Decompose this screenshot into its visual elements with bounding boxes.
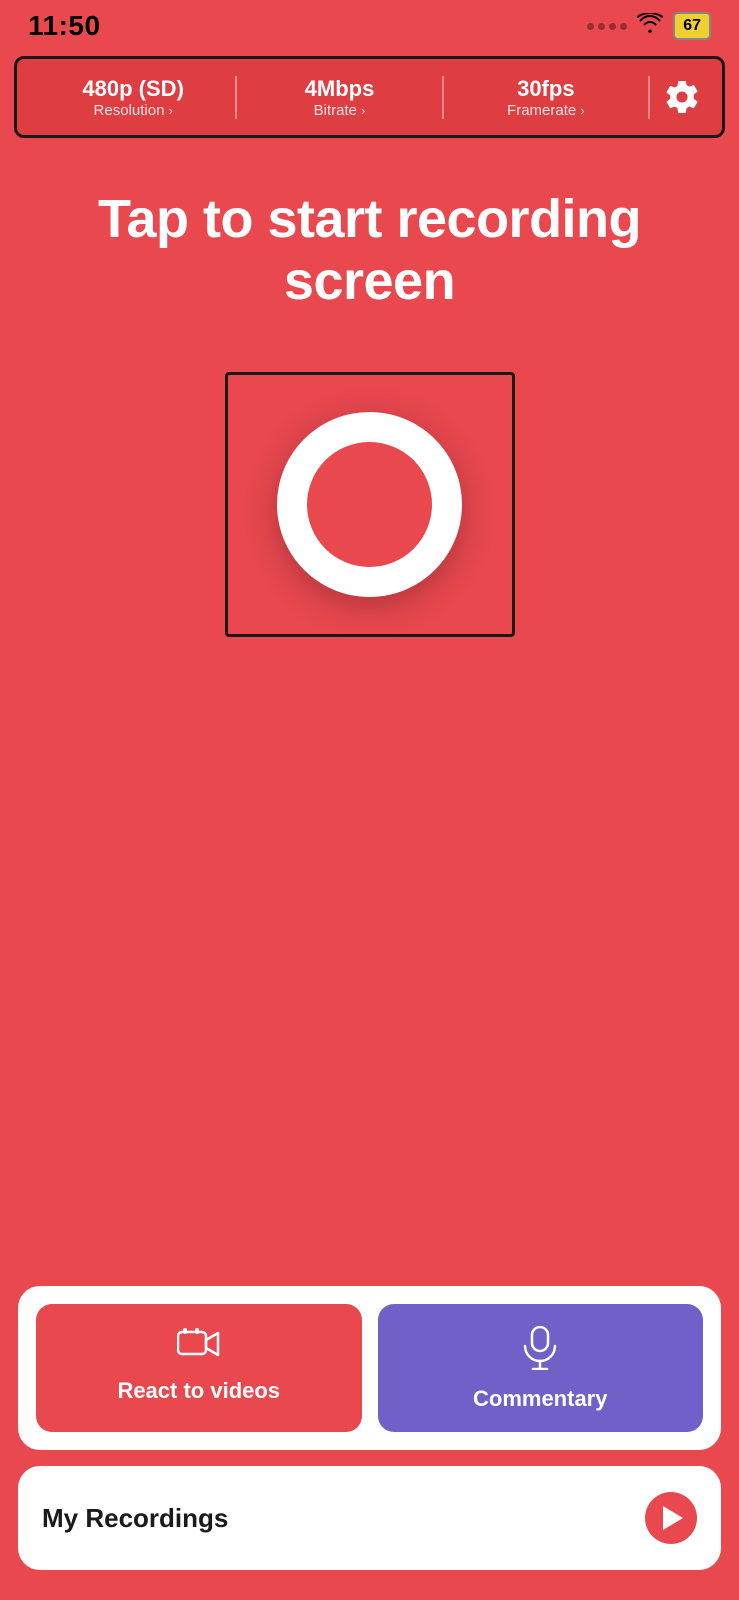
microphone-icon bbox=[522, 1326, 558, 1376]
resolution-selector[interactable]: 480p (SD) Resolution › bbox=[31, 76, 237, 119]
battery-badge: 67 bbox=[673, 12, 711, 40]
bitrate-selector[interactable]: 4Mbps Bitrate › bbox=[237, 76, 443, 119]
commentary-button[interactable]: Commentary bbox=[378, 1304, 704, 1432]
commentary-label: Commentary bbox=[473, 1386, 607, 1412]
gear-icon bbox=[663, 78, 701, 116]
signal-dot-4 bbox=[620, 23, 627, 30]
my-recordings-card[interactable]: My Recordings bbox=[18, 1466, 721, 1570]
record-button-frame[interactable] bbox=[225, 372, 515, 637]
record-area[interactable] bbox=[0, 372, 739, 637]
resolution-value: 480p (SD) bbox=[39, 76, 227, 102]
recordings-label: My Recordings bbox=[42, 1503, 228, 1534]
status-bar: 11:50 67 bbox=[0, 0, 739, 48]
main-title: Tap to start recording screen bbox=[0, 138, 739, 312]
action-card: React to videos Commentary bbox=[18, 1286, 721, 1450]
play-triangle-icon bbox=[663, 1506, 683, 1530]
play-button[interactable] bbox=[645, 1492, 697, 1544]
framerate-selector[interactable]: 30fps Framerate › bbox=[444, 76, 650, 119]
record-circle-outer[interactable] bbox=[277, 412, 462, 597]
resolution-chevron: › bbox=[168, 103, 172, 118]
framerate-chevron: › bbox=[580, 103, 584, 118]
wifi-icon bbox=[637, 13, 663, 39]
status-right: 67 bbox=[587, 12, 711, 40]
bitrate-chevron: › bbox=[361, 103, 365, 118]
framerate-value: 30fps bbox=[452, 76, 640, 102]
record-circle-inner bbox=[307, 442, 432, 567]
framerate-label: Framerate › bbox=[452, 102, 640, 119]
signal-dots bbox=[587, 23, 627, 30]
bottom-section: React to videos Commentary My Recordings bbox=[0, 1286, 739, 1600]
status-time: 11:50 bbox=[28, 10, 101, 42]
resolution-label: Resolution › bbox=[39, 102, 227, 119]
settings-button[interactable] bbox=[656, 71, 708, 123]
settings-bar[interactable]: 480p (SD) Resolution › 4Mbps Bitrate › 3… bbox=[14, 56, 725, 138]
bitrate-value: 4Mbps bbox=[245, 76, 433, 102]
signal-dot-3 bbox=[609, 23, 616, 30]
signal-dot-1 bbox=[587, 23, 594, 30]
react-to-videos-label: React to videos bbox=[117, 1378, 280, 1404]
bitrate-label: Bitrate › bbox=[245, 102, 433, 119]
react-to-videos-button[interactable]: React to videos bbox=[36, 1304, 362, 1432]
video-camera-icon bbox=[177, 1326, 221, 1368]
signal-dot-2 bbox=[598, 23, 605, 30]
